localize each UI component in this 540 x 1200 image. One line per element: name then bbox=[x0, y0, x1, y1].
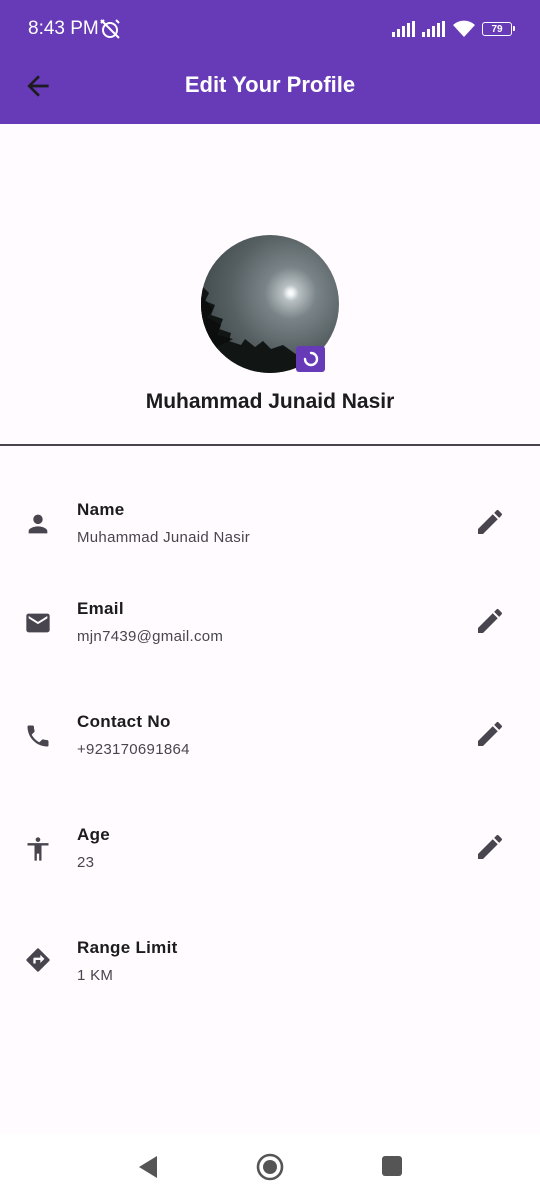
edit-icon bbox=[478, 509, 503, 534]
status-time: 8:43 PM bbox=[28, 18, 99, 39]
person-icon bbox=[28, 514, 48, 534]
status-notification-icons bbox=[98, 18, 122, 45]
camera-icon bbox=[303, 351, 318, 367]
info-value-range-limit: 1 KM bbox=[77, 967, 114, 984]
divider bbox=[0, 444, 540, 446]
nav-home-button[interactable] bbox=[256, 1153, 284, 1181]
edit-age-button[interactable] bbox=[474, 831, 506, 863]
info-row-range-limit: Range Limit 1 KM bbox=[0, 938, 540, 998]
nav-recents-button[interactable] bbox=[382, 1156, 402, 1176]
page-title: Edit Your Profile bbox=[184, 72, 356, 97]
edit-icon bbox=[478, 608, 503, 633]
info-value-email: mjn7439@gmail.com bbox=[77, 628, 224, 645]
nav-back-icon bbox=[139, 1156, 157, 1178]
change-photo-button[interactable] bbox=[296, 346, 325, 372]
phone-icon bbox=[27, 725, 49, 747]
info-label-name: Name bbox=[77, 500, 125, 519]
nav-back-button[interactable] bbox=[136, 1154, 160, 1180]
system-nav-bar bbox=[0, 1134, 540, 1200]
edit-email-button[interactable] bbox=[474, 605, 506, 637]
info-value-name: Muhammad Junaid Nasir bbox=[77, 529, 251, 546]
edit-icon bbox=[478, 721, 503, 746]
app-bar: 8:43 PM 79 Edit Your Profile bbox=[0, 0, 540, 124]
status-system-icons: 79 bbox=[392, 20, 515, 38]
info-row-age: Age 23 bbox=[0, 825, 540, 885]
edit-icon bbox=[478, 834, 503, 859]
info-row-contact: Contact No +923170691864 bbox=[0, 712, 540, 772]
profile-name: Muhammad Junaid Nasir bbox=[145, 390, 395, 413]
info-label-email: Email bbox=[77, 599, 124, 618]
edit-name-button[interactable] bbox=[474, 506, 506, 538]
info-row-email: Email mjn7439@gmail.com bbox=[0, 599, 540, 659]
alarm-off-icon bbox=[100, 19, 120, 39]
info-value-contact: +923170691864 bbox=[77, 741, 190, 758]
battery-icon: 79 bbox=[482, 22, 515, 36]
info-label-contact: Contact No bbox=[77, 712, 171, 731]
mail-icon bbox=[26, 613, 50, 633]
info-label-range-limit: Range Limit bbox=[77, 938, 178, 957]
info-label-age: Age bbox=[77, 825, 111, 844]
accessibility-icon bbox=[27, 837, 49, 861]
signal-icon bbox=[392, 21, 415, 37]
info-row-name: Name Muhammad Junaid Nasir bbox=[0, 500, 540, 560]
status-bar: 8:43 PM 79 bbox=[0, 0, 540, 58]
directions-icon bbox=[26, 948, 50, 972]
wifi-icon bbox=[453, 20, 475, 37]
info-value-age: 23 bbox=[77, 854, 95, 871]
nav-home-icon bbox=[256, 1153, 284, 1181]
signal-icon-2 bbox=[422, 21, 445, 37]
edit-contact-button[interactable] bbox=[474, 718, 506, 750]
